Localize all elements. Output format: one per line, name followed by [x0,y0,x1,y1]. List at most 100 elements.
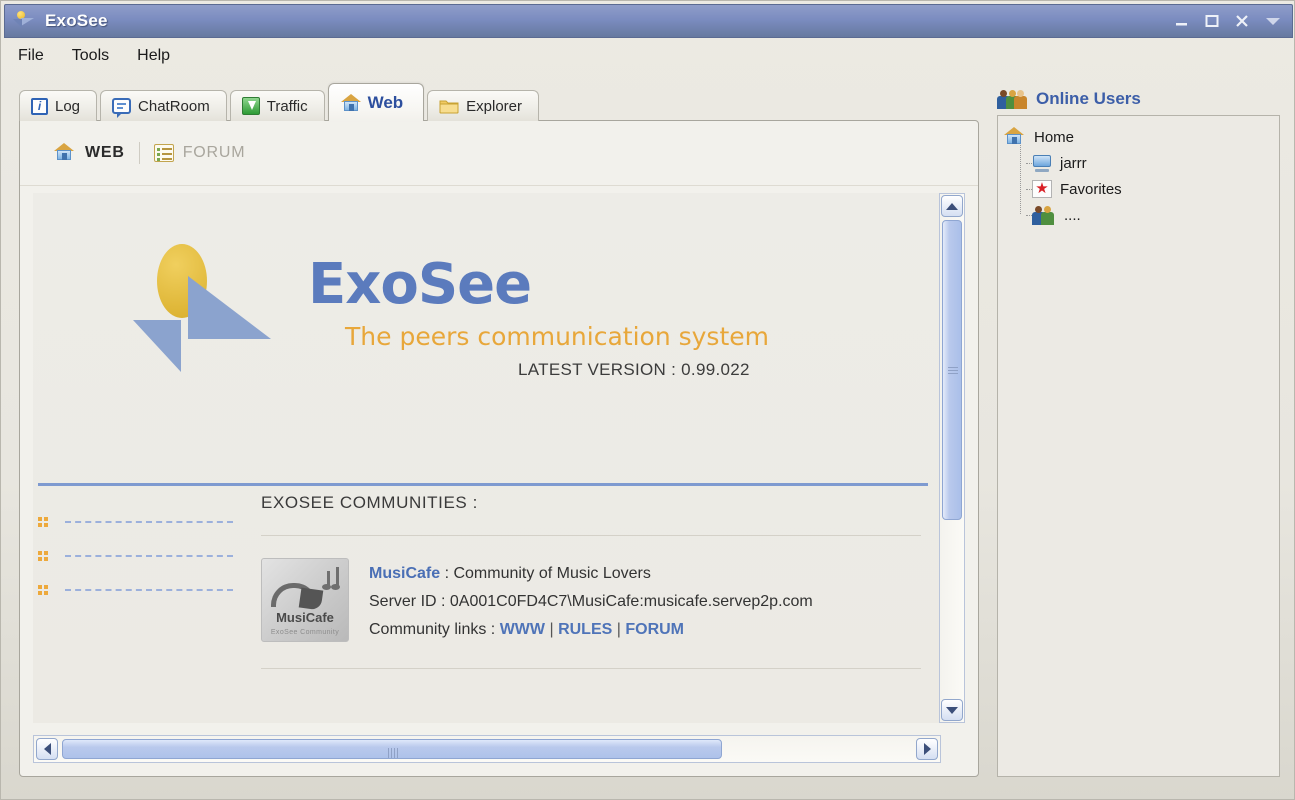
web-page-viewport: ExoSee The peers communication system LA… [33,193,941,723]
tab-label: Explorer [466,97,523,115]
musicafe-logo-name: MusiCafe [276,610,334,625]
house-icon [340,93,361,112]
placeholder-list [38,505,233,607]
community-links-label: Community links : [369,621,500,638]
tree-item-users[interactable]: .... [1004,202,1273,228]
list-item [38,573,233,607]
users-icon [997,89,1027,109]
exosee-glyph-icon [133,238,273,373]
exosee-wordmark: ExoSee [308,252,532,317]
web-content-panel: WEB FORUM ExoSee The peers communication… [19,120,979,777]
subnav-label: FORUM [182,144,246,161]
section-divider [38,483,928,486]
window-title: ExoSee [45,11,108,30]
tab-label: Log [55,97,81,115]
list-item [38,505,233,539]
community-link-forum[interactable]: FORUM [625,621,684,638]
folder-icon [439,98,459,114]
menu-item-tools[interactable]: Tools [69,45,112,67]
users-tree: Home jarrr ★ Favorites .... [998,116,1279,236]
tab-traffic[interactable]: Traffic [229,90,325,121]
sub-navigation-bar: WEB FORUM [20,121,978,186]
tab-label: ChatRoom [138,97,210,115]
orange-dots-icon [38,584,49,596]
orange-dots-icon [38,550,49,562]
scroll-right-icon[interactable] [916,738,938,760]
tab-strip: i Log ChatRoom Traffic Web Explorer [19,83,979,121]
list-item [38,539,233,573]
tab-chatroom[interactable]: ChatRoom [100,90,227,121]
community-name-link[interactable]: MusiCafe [369,565,440,582]
link-separator: | [545,621,559,638]
house-icon [1004,127,1026,147]
placeholder-line [65,589,233,591]
horizontal-scrollbar[interactable] [33,735,941,763]
tab-explorer[interactable]: Explorer [427,90,540,121]
subnav-item-web[interactable]: WEB [40,143,139,163]
tree-item-jarrr[interactable]: jarrr [1004,150,1273,176]
tree-item-label: .... [1064,206,1081,224]
placeholder-line [65,521,233,523]
musicafe-logo-icon: MusiCafe ExoSee Community [261,558,349,642]
vertical-scrollbar[interactable] [939,193,965,723]
house-icon [54,143,76,163]
vertical-scrollbar-thumb[interactable] [942,220,962,520]
scroll-down-icon[interactable] [941,699,963,721]
grip-icon [948,365,958,376]
server-id-value: 0A001C0FD4C7\MusiCafe:musicafe.servep2p.… [449,593,813,610]
name-separator: : [440,565,454,582]
horizontal-scrollbar-thumb[interactable] [62,739,722,759]
tree-item-label: jarrr [1060,154,1087,172]
exosee-logo-icon [12,10,38,32]
tree-item-home[interactable]: Home [1004,124,1273,150]
link-separator: | [612,621,626,638]
menu-item-file[interactable]: File [15,45,47,67]
community-link-rules[interactable]: RULES [558,621,612,638]
application-window: ExoSee File Tools Help i Log ChatRoom Tr… [0,0,1295,800]
down-arrow-icon [241,97,260,115]
online-users-panel: Home jarrr ★ Favorites .... [997,115,1280,777]
community-link-www[interactable]: WWW [500,621,545,638]
grip-icon [387,745,399,758]
menu-item-help[interactable]: Help [134,45,173,67]
orange-dots-icon [38,516,49,528]
title-bar: ExoSee [4,4,1293,38]
close-icon[interactable] [1234,14,1250,28]
maximize-icon[interactable] [1204,14,1220,28]
tab-label: Traffic [266,97,308,115]
communities-heading: EXOSEE COMMUNITIES : [261,493,478,512]
speech-bubble-icon [112,98,132,118]
community-server-line: Server ID : 0A001C0FD4C7\MusiCafe:musica… [369,588,921,616]
musicafe-logo-subtitle: ExoSee Community [270,629,340,636]
latest-version-text: LATEST VERSION : 0.99.022 [518,360,750,379]
monitor-icon [1032,154,1052,172]
tab-web[interactable]: Web [327,83,425,121]
tree-item-label: Home [1034,128,1075,146]
web-page: ExoSee The peers communication system LA… [33,193,941,723]
star-icon: ★ [1032,180,1052,198]
horizontal-rule [261,668,921,669]
communities-section: EXOSEE COMMUNITIES : MusiCafe ExoSee Com… [261,493,921,669]
placeholder-line [65,555,233,557]
users-icon [1032,205,1056,225]
exosee-tagline: The peers communication system [345,322,769,351]
scroll-left-icon[interactable] [36,738,58,760]
tree-item-label: Favorites [1060,180,1122,198]
tab-label: Web [367,92,404,112]
window-controls [1174,14,1282,28]
tab-log[interactable]: i Log [19,90,98,121]
minimize-icon[interactable] [1174,14,1190,28]
online-users-title: Online Users [1036,89,1141,108]
menu-bar: File Tools Help [5,41,173,71]
server-id-label: Server ID : [369,593,450,610]
list-icon [153,144,174,162]
exosee-branding: ExoSee The peers communication system LA… [133,238,853,383]
community-links-line: Community links : WWW | RULES | FORUM [369,616,921,644]
community-details: MusiCafe : Community of Music Lovers Ser… [369,558,921,644]
scroll-up-icon[interactable] [941,195,963,217]
info-icon: i [31,97,48,115]
chevron-down-icon[interactable] [1264,14,1282,28]
tree-item-favorites[interactable]: ★ Favorites [1004,176,1273,202]
subnav-item-forum[interactable]: FORUM [140,144,260,162]
community-name-line: MusiCafe : Community of Music Lovers [369,560,921,588]
